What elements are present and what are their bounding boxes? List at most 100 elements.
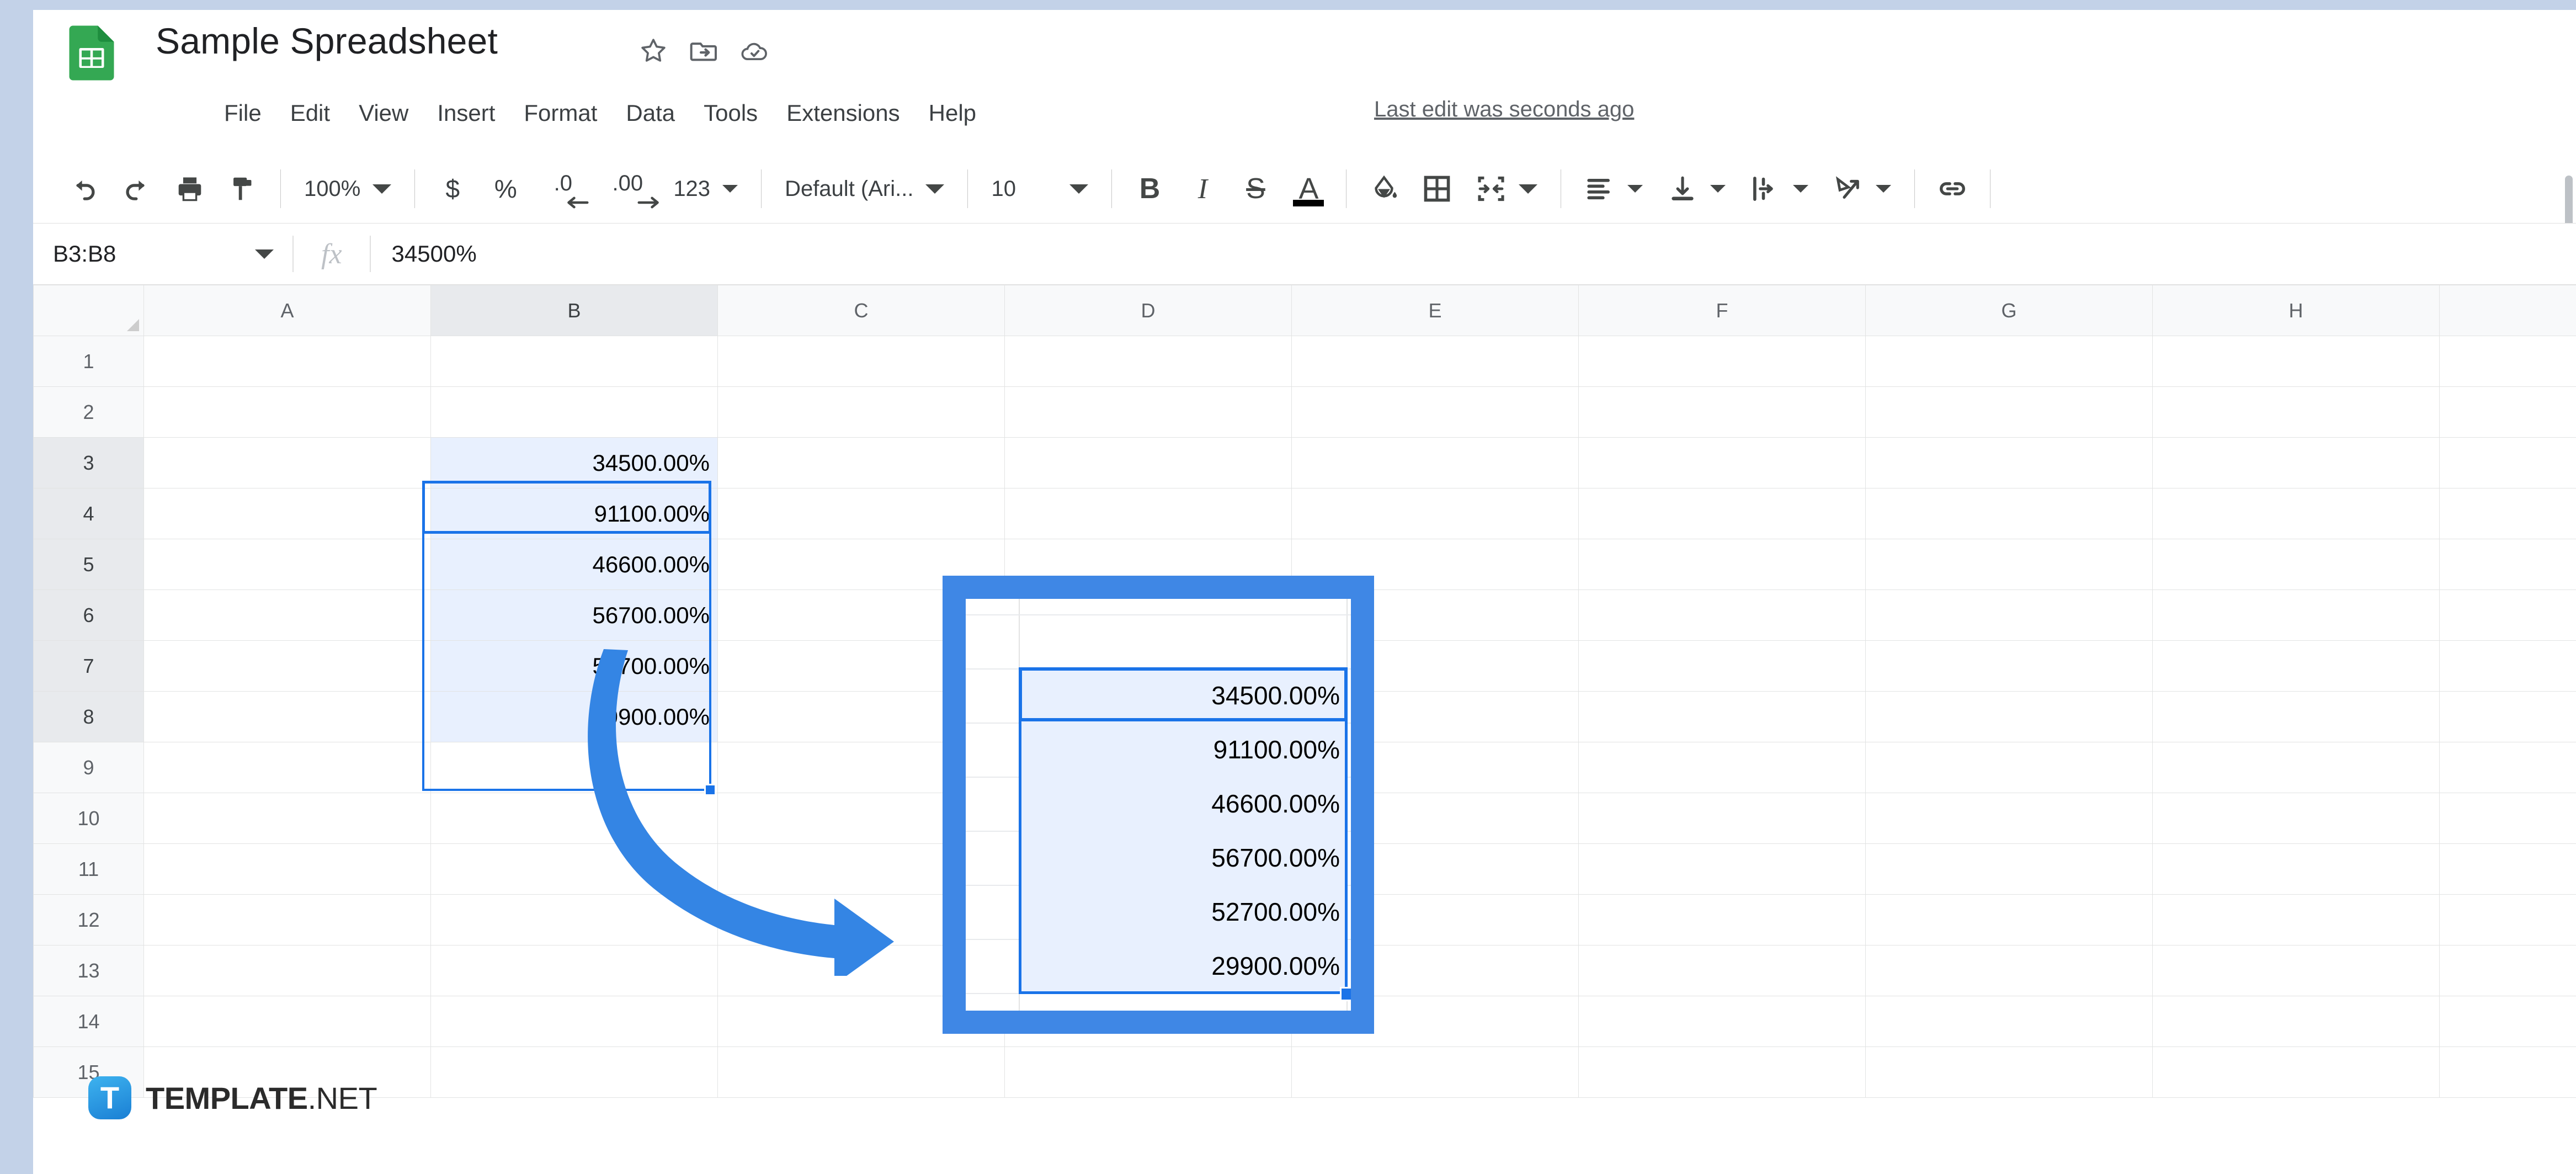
- merge-cells-dropdown[interactable]: [1463, 162, 1550, 215]
- font-size-dropdown[interactable]: 10: [979, 162, 1100, 215]
- undo-button[interactable]: [57, 162, 110, 215]
- cell-h10[interactable]: [2152, 793, 2440, 844]
- row-header-4[interactable]: 4: [33, 488, 144, 539]
- cell-i14[interactable]: [2439, 996, 2576, 1047]
- cell-h13[interactable]: [2152, 945, 2440, 996]
- row-header-5[interactable]: 5: [33, 539, 144, 590]
- column-header-e[interactable]: E: [1291, 285, 1579, 336]
- cell-a4[interactable]: [143, 488, 431, 539]
- menu-item-edit[interactable]: Edit: [276, 97, 344, 130]
- borders-button[interactable]: [1411, 162, 1463, 215]
- menu-item-data[interactable]: Data: [611, 97, 689, 130]
- menu-item-insert[interactable]: Insert: [423, 97, 509, 130]
- cell-c15[interactable]: [717, 1046, 1005, 1098]
- cell-h1[interactable]: [2152, 336, 2440, 387]
- column-header-f[interactable]: F: [1578, 285, 1866, 336]
- cell-b6[interactable]: 56700.00%: [430, 589, 718, 641]
- cell-i9[interactable]: [2439, 742, 2576, 793]
- row-header-8[interactable]: 8: [33, 691, 144, 742]
- cell-h8[interactable]: [2152, 691, 2440, 742]
- row-header-2[interactable]: 2: [33, 386, 144, 438]
- cell-b13[interactable]: [430, 945, 718, 996]
- cell-c1[interactable]: [717, 336, 1005, 387]
- row-header-10[interactable]: 10: [33, 793, 144, 844]
- cell-e2[interactable]: [1291, 386, 1579, 438]
- cell-a12[interactable]: [143, 894, 431, 945]
- cell-g7[interactable]: [1865, 640, 2153, 692]
- cell-a1[interactable]: [143, 336, 431, 387]
- zoom-dropdown[interactable]: 100%: [292, 162, 403, 215]
- cell-f8[interactable]: [1578, 691, 1866, 742]
- bold-button[interactable]: B: [1123, 162, 1176, 215]
- cell-d3[interactable]: [1004, 437, 1292, 488]
- select-all-corner[interactable]: [33, 285, 144, 336]
- cell-h2[interactable]: [2152, 386, 2440, 438]
- star-icon[interactable]: [638, 35, 669, 66]
- cell-f5[interactable]: [1578, 539, 1866, 590]
- italic-button[interactable]: I: [1176, 162, 1229, 215]
- column-header-h[interactable]: H: [2152, 285, 2440, 336]
- cell-b11[interactable]: [430, 843, 718, 895]
- cell-h6[interactable]: [2152, 589, 2440, 641]
- cell-f13[interactable]: [1578, 945, 1866, 996]
- row-header-11[interactable]: 11: [33, 843, 144, 895]
- cell-f15[interactable]: [1578, 1046, 1866, 1098]
- cell-f2[interactable]: [1578, 386, 1866, 438]
- cell-g1[interactable]: [1865, 336, 2153, 387]
- last-edit-status[interactable]: Last edit was seconds ago: [1374, 97, 1634, 122]
- vertical-align-dropdown[interactable]: [1655, 162, 1738, 215]
- cell-g2[interactable]: [1865, 386, 2153, 438]
- cell-a6[interactable]: [143, 589, 431, 641]
- cell-h11[interactable]: [2152, 843, 2440, 895]
- percent-button[interactable]: %: [479, 162, 532, 215]
- cell-h15[interactable]: [2152, 1046, 2440, 1098]
- cell-b7[interactable]: 52700.00%: [430, 640, 718, 692]
- text-color-button[interactable]: A: [1282, 162, 1335, 215]
- text-wrapping-dropdown[interactable]: [1738, 162, 1821, 215]
- menu-item-extensions[interactable]: Extensions: [772, 97, 914, 130]
- menu-item-help[interactable]: Help: [914, 97, 991, 130]
- cell-i10[interactable]: [2439, 793, 2576, 844]
- cell-d2[interactable]: [1004, 386, 1292, 438]
- cell-f12[interactable]: [1578, 894, 1866, 945]
- increase-decimal-button[interactable]: .00: [594, 162, 661, 215]
- cell-f9[interactable]: [1578, 742, 1866, 793]
- row-header-7[interactable]: 7: [33, 640, 144, 692]
- cell-g9[interactable]: [1865, 742, 2153, 793]
- horizontal-align-dropdown[interactable]: [1572, 162, 1655, 215]
- cell-d1[interactable]: [1004, 336, 1292, 387]
- move-to-folder-icon[interactable]: [689, 35, 720, 66]
- cell-i15[interactable]: [2439, 1046, 2576, 1098]
- number-format-dropdown[interactable]: 123: [661, 162, 750, 215]
- cell-g4[interactable]: [1865, 488, 2153, 539]
- text-rotation-dropdown[interactable]: [1821, 162, 1903, 215]
- cell-i13[interactable]: [2439, 945, 2576, 996]
- row-header-14[interactable]: 14: [33, 996, 144, 1047]
- menu-item-format[interactable]: Format: [509, 97, 611, 130]
- cell-i2[interactable]: [2439, 386, 2576, 438]
- cell-b4[interactable]: 91100.00%: [430, 488, 718, 539]
- print-button[interactable]: [163, 162, 216, 215]
- cell-h12[interactable]: [2152, 894, 2440, 945]
- row-header-6[interactable]: 6: [33, 589, 144, 641]
- row-header-12[interactable]: 12: [33, 894, 144, 945]
- font-family-dropdown[interactable]: Default (Ari...: [773, 162, 956, 215]
- cell-d15[interactable]: [1004, 1046, 1292, 1098]
- cell-g12[interactable]: [1865, 894, 2153, 945]
- cell-a9[interactable]: [143, 742, 431, 793]
- cell-a5[interactable]: [143, 539, 431, 590]
- cell-a3[interactable]: [143, 437, 431, 488]
- cell-b1[interactable]: [430, 336, 718, 387]
- cell-d4[interactable]: [1004, 488, 1292, 539]
- cell-f4[interactable]: [1578, 488, 1866, 539]
- cell-i1[interactable]: [2439, 336, 2576, 387]
- cell-i8[interactable]: [2439, 691, 2576, 742]
- cell-g13[interactable]: [1865, 945, 2153, 996]
- cell-h9[interactable]: [2152, 742, 2440, 793]
- cell-a7[interactable]: [143, 640, 431, 692]
- cell-c3[interactable]: [717, 437, 1005, 488]
- row-header-1[interactable]: 1: [33, 336, 144, 387]
- cell-i6[interactable]: [2439, 589, 2576, 641]
- cell-b10[interactable]: [430, 793, 718, 844]
- cell-c4[interactable]: [717, 488, 1005, 539]
